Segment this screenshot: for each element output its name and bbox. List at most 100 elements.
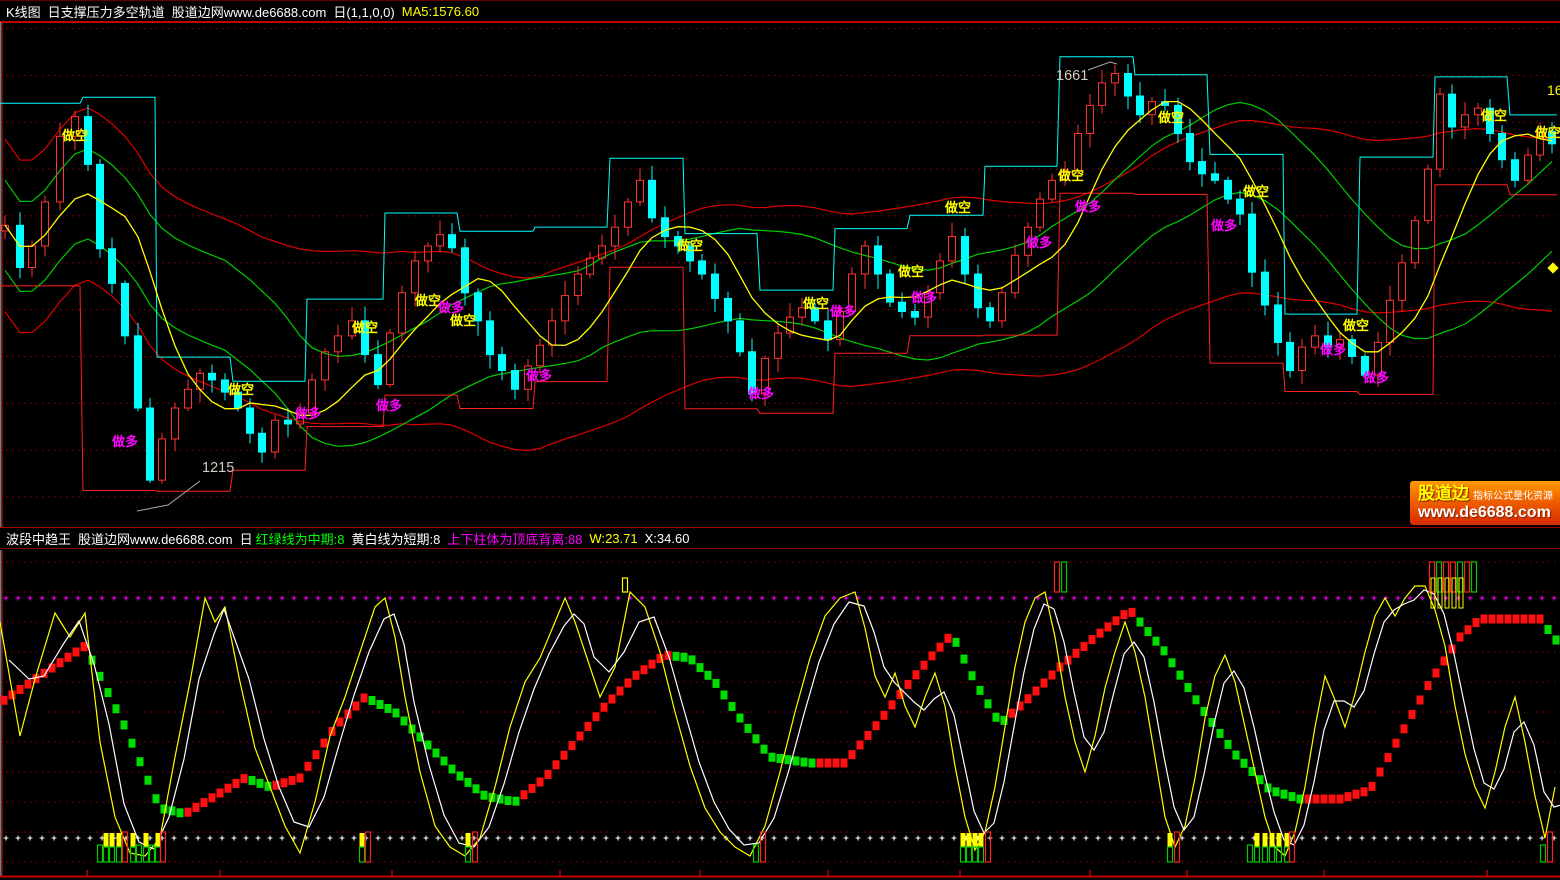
watermark-url[interactable]: www.de6688.com: [1418, 504, 1560, 522]
svg-text:+: +: [39, 833, 45, 844]
svg-text:+: +: [1287, 593, 1293, 604]
svg-text:+: +: [15, 833, 21, 844]
svg-text:+: +: [327, 593, 333, 604]
svg-text:+: +: [483, 593, 489, 604]
oscillator-titlebar[interactable]: 波段中趋王 股道边网www.de6688.com 日 红绿线为中期:8 黄白线为…: [0, 527, 1560, 549]
oscillator-divergence-param: 上下柱体为顶底背离:88: [447, 529, 582, 548]
kline-title-name: K线图: [6, 2, 41, 21]
watermark-banner[interactable]: 股道边 指标公式量化资源 www.de6688.com: [1410, 481, 1560, 525]
svg-text:+: +: [615, 833, 621, 844]
svg-text:+: +: [915, 833, 921, 844]
svg-text:+: +: [1335, 833, 1341, 844]
kline-chart[interactable]: 做空做空做空做空做空做空做空做空做空做空做空做空做空做空做空做多做多做多做多做多…: [0, 22, 1560, 527]
shortterm-yellow-line: [0, 586, 1555, 856]
svg-text:+: +: [123, 593, 129, 604]
svg-text:+: +: [699, 833, 705, 844]
oscillator-title-name[interactable]: 波段中趋王: [6, 529, 71, 548]
svg-text:+: +: [639, 833, 645, 844]
svg-text:+: +: [507, 593, 513, 604]
long-signal-label: 做多: [829, 304, 856, 319]
svg-text:+: +: [603, 593, 609, 604]
shortterm-white-line: [9, 590, 1560, 849]
short-signal-label: 做空: [944, 200, 971, 215]
svg-text:+: +: [1203, 833, 1209, 844]
kline-ma5-readout: MA5:1576.60: [402, 4, 479, 19]
svg-text:+: +: [1443, 833, 1449, 844]
svg-text:+: +: [435, 833, 441, 844]
svg-text:+: +: [1095, 593, 1101, 604]
svg-text:+: +: [483, 833, 489, 844]
svg-text:+: +: [75, 833, 81, 844]
svg-text:+: +: [795, 593, 801, 604]
short-signal-label: 做空: [802, 296, 829, 311]
svg-text:+: +: [87, 833, 93, 844]
svg-text:+: +: [231, 593, 237, 604]
svg-text:+: +: [363, 593, 369, 604]
svg-text:+: +: [783, 593, 789, 604]
svg-text:+: +: [771, 593, 777, 604]
svg-text:+: +: [807, 833, 813, 844]
svg-text:+: +: [1419, 593, 1425, 604]
svg-text:+: +: [51, 593, 57, 604]
svg-text:+: +: [1131, 833, 1137, 844]
svg-text:+: +: [555, 833, 561, 844]
long-signal-label: 做多: [1362, 370, 1389, 385]
svg-text:+: +: [1311, 833, 1317, 844]
svg-text:+: +: [831, 833, 837, 844]
svg-text:+: +: [1035, 833, 1041, 844]
svg-text:+: +: [1263, 593, 1269, 604]
svg-text:+: +: [1215, 593, 1221, 604]
svg-text:+: +: [735, 593, 741, 604]
svg-text:+: +: [1071, 833, 1077, 844]
svg-text:+: +: [1479, 833, 1485, 844]
svg-text:+: +: [255, 833, 261, 844]
svg-text:+: +: [1335, 593, 1341, 604]
svg-text:+: +: [3, 833, 9, 844]
svg-text:+: +: [1107, 833, 1113, 844]
svg-text:+: +: [447, 833, 453, 844]
svg-text:+: +: [1383, 833, 1389, 844]
short-signal-label: 做空: [1534, 125, 1560, 140]
svg-text:+: +: [1491, 593, 1497, 604]
oscillator-w-readout: W:23.71: [589, 531, 637, 546]
svg-text:+: +: [339, 593, 345, 604]
short-signal-label: 做空: [1342, 318, 1369, 333]
svg-text:+: +: [891, 593, 897, 604]
kline-titlebar[interactable]: K线图 日支撑压力多空轨道 股道边网www.de6688.com 日(1,1,0…: [0, 0, 1560, 22]
short-signal-label: 做空: [676, 238, 703, 253]
svg-text:+: +: [387, 593, 393, 604]
svg-text:+: +: [1479, 593, 1485, 604]
svg-text:+: +: [39, 593, 45, 604]
long-signal-label: 做多: [1074, 199, 1101, 214]
oscillator-chart[interactable]: + + + + + + + + + + + + + + + + + + + + + + + + + + + + + + + + + + + + + + + +…: [0, 550, 1560, 880]
threshold-rows: + + + + + + + + + + + + + + + + + + + + + + + + + + + + + + + + + + + + + + + +…: [3, 593, 1557, 844]
svg-text:+: +: [1455, 833, 1461, 844]
svg-text:+: +: [543, 833, 549, 844]
svg-text:+: +: [1023, 593, 1029, 604]
svg-text:+: +: [303, 593, 309, 604]
short-signal-label: 做空: [1157, 110, 1184, 125]
svg-text:+: +: [1179, 593, 1185, 604]
svg-text:+: +: [1395, 833, 1401, 844]
short-signal-label: 做空: [414, 293, 441, 308]
svg-text:+: +: [927, 833, 933, 844]
svg-text:+: +: [195, 593, 201, 604]
svg-text:+: +: [1239, 833, 1245, 844]
svg-text:+: +: [675, 833, 681, 844]
svg-text:+: +: [1239, 593, 1245, 604]
svg-text:+: +: [507, 833, 513, 844]
svg-text:+: +: [1323, 833, 1329, 844]
svg-text:+: +: [867, 833, 873, 844]
kline-indicator-name[interactable]: 日支撑压力多空轨道: [48, 2, 165, 21]
svg-text:+: +: [1323, 593, 1329, 604]
svg-text:+: +: [51, 833, 57, 844]
svg-text:+: +: [243, 593, 249, 604]
svg-text:+: +: [1143, 593, 1149, 604]
svg-text:+: +: [447, 593, 453, 604]
svg-text:+: +: [903, 593, 909, 604]
svg-text:+: +: [1419, 833, 1425, 844]
svg-text:+: +: [411, 833, 417, 844]
svg-text:+: +: [495, 593, 501, 604]
svg-text:+: +: [999, 593, 1005, 604]
svg-text:+: +: [1275, 593, 1281, 604]
